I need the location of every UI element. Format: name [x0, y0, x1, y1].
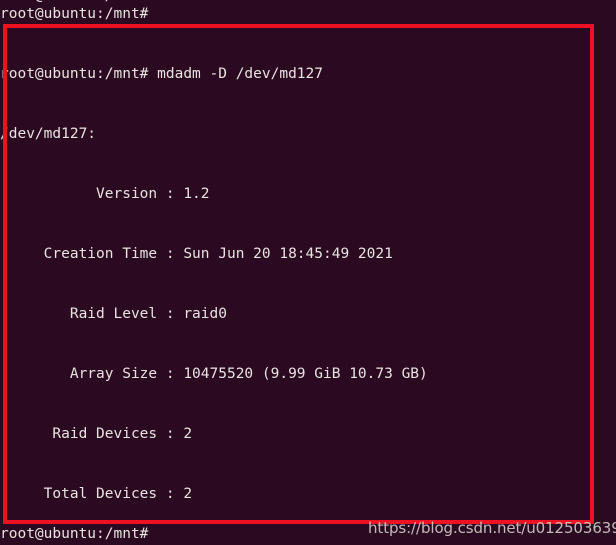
- terminal-window[interactable]: root@ubuntu:/mnt# root@ubuntu:/mnt# root…: [0, 0, 616, 545]
- field-raid-devices: Raid Devices : 2: [0, 426, 193, 442]
- csdn-watermark: https://blog.csdn.net/u012503639: [368, 519, 616, 537]
- field-raid-level: Raid Level : raid0: [0, 306, 227, 322]
- output-device-header: /dev/md127:: [0, 126, 97, 142]
- field-total-devices: Total Devices : 2: [0, 486, 193, 502]
- command-line: root@ubuntu:/mnt# mdadm -D /dev/md127: [0, 66, 324, 82]
- field-array-size: Array Size : 10475520 (9.99 GiB 10.73 GB…: [0, 366, 428, 382]
- field-version: Version : 1.2: [0, 186, 210, 202]
- field-creation-time: Creation Time : Sun Jun 20 18:45:49 2021: [0, 246, 393, 262]
- shell-prompt-top: root@ubuntu:/mnt#: [0, 6, 149, 22]
- mdadm-output: root@ubuntu:/mnt# mdadm -D /dev/md127 /d…: [0, 24, 616, 545]
